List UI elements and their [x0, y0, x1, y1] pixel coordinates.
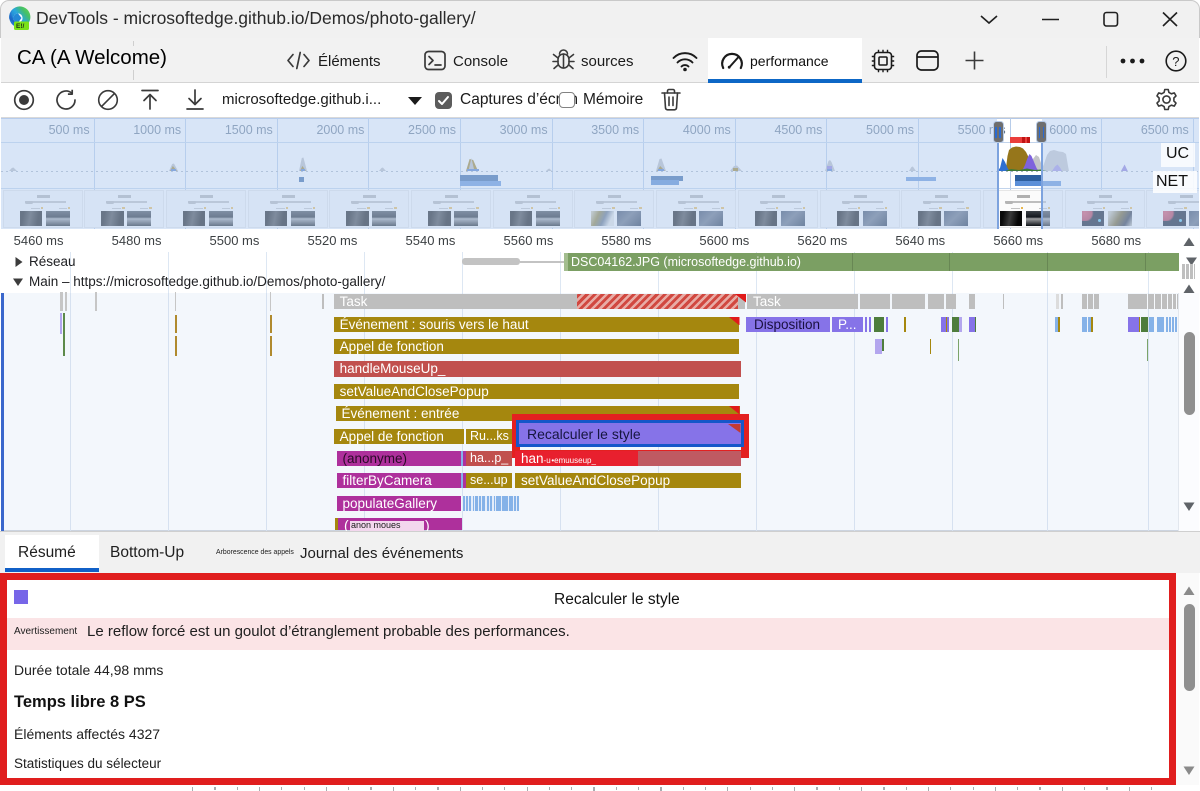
svg-text:?: ? [1172, 54, 1179, 69]
svg-text:E!/: E!/ [16, 23, 25, 30]
